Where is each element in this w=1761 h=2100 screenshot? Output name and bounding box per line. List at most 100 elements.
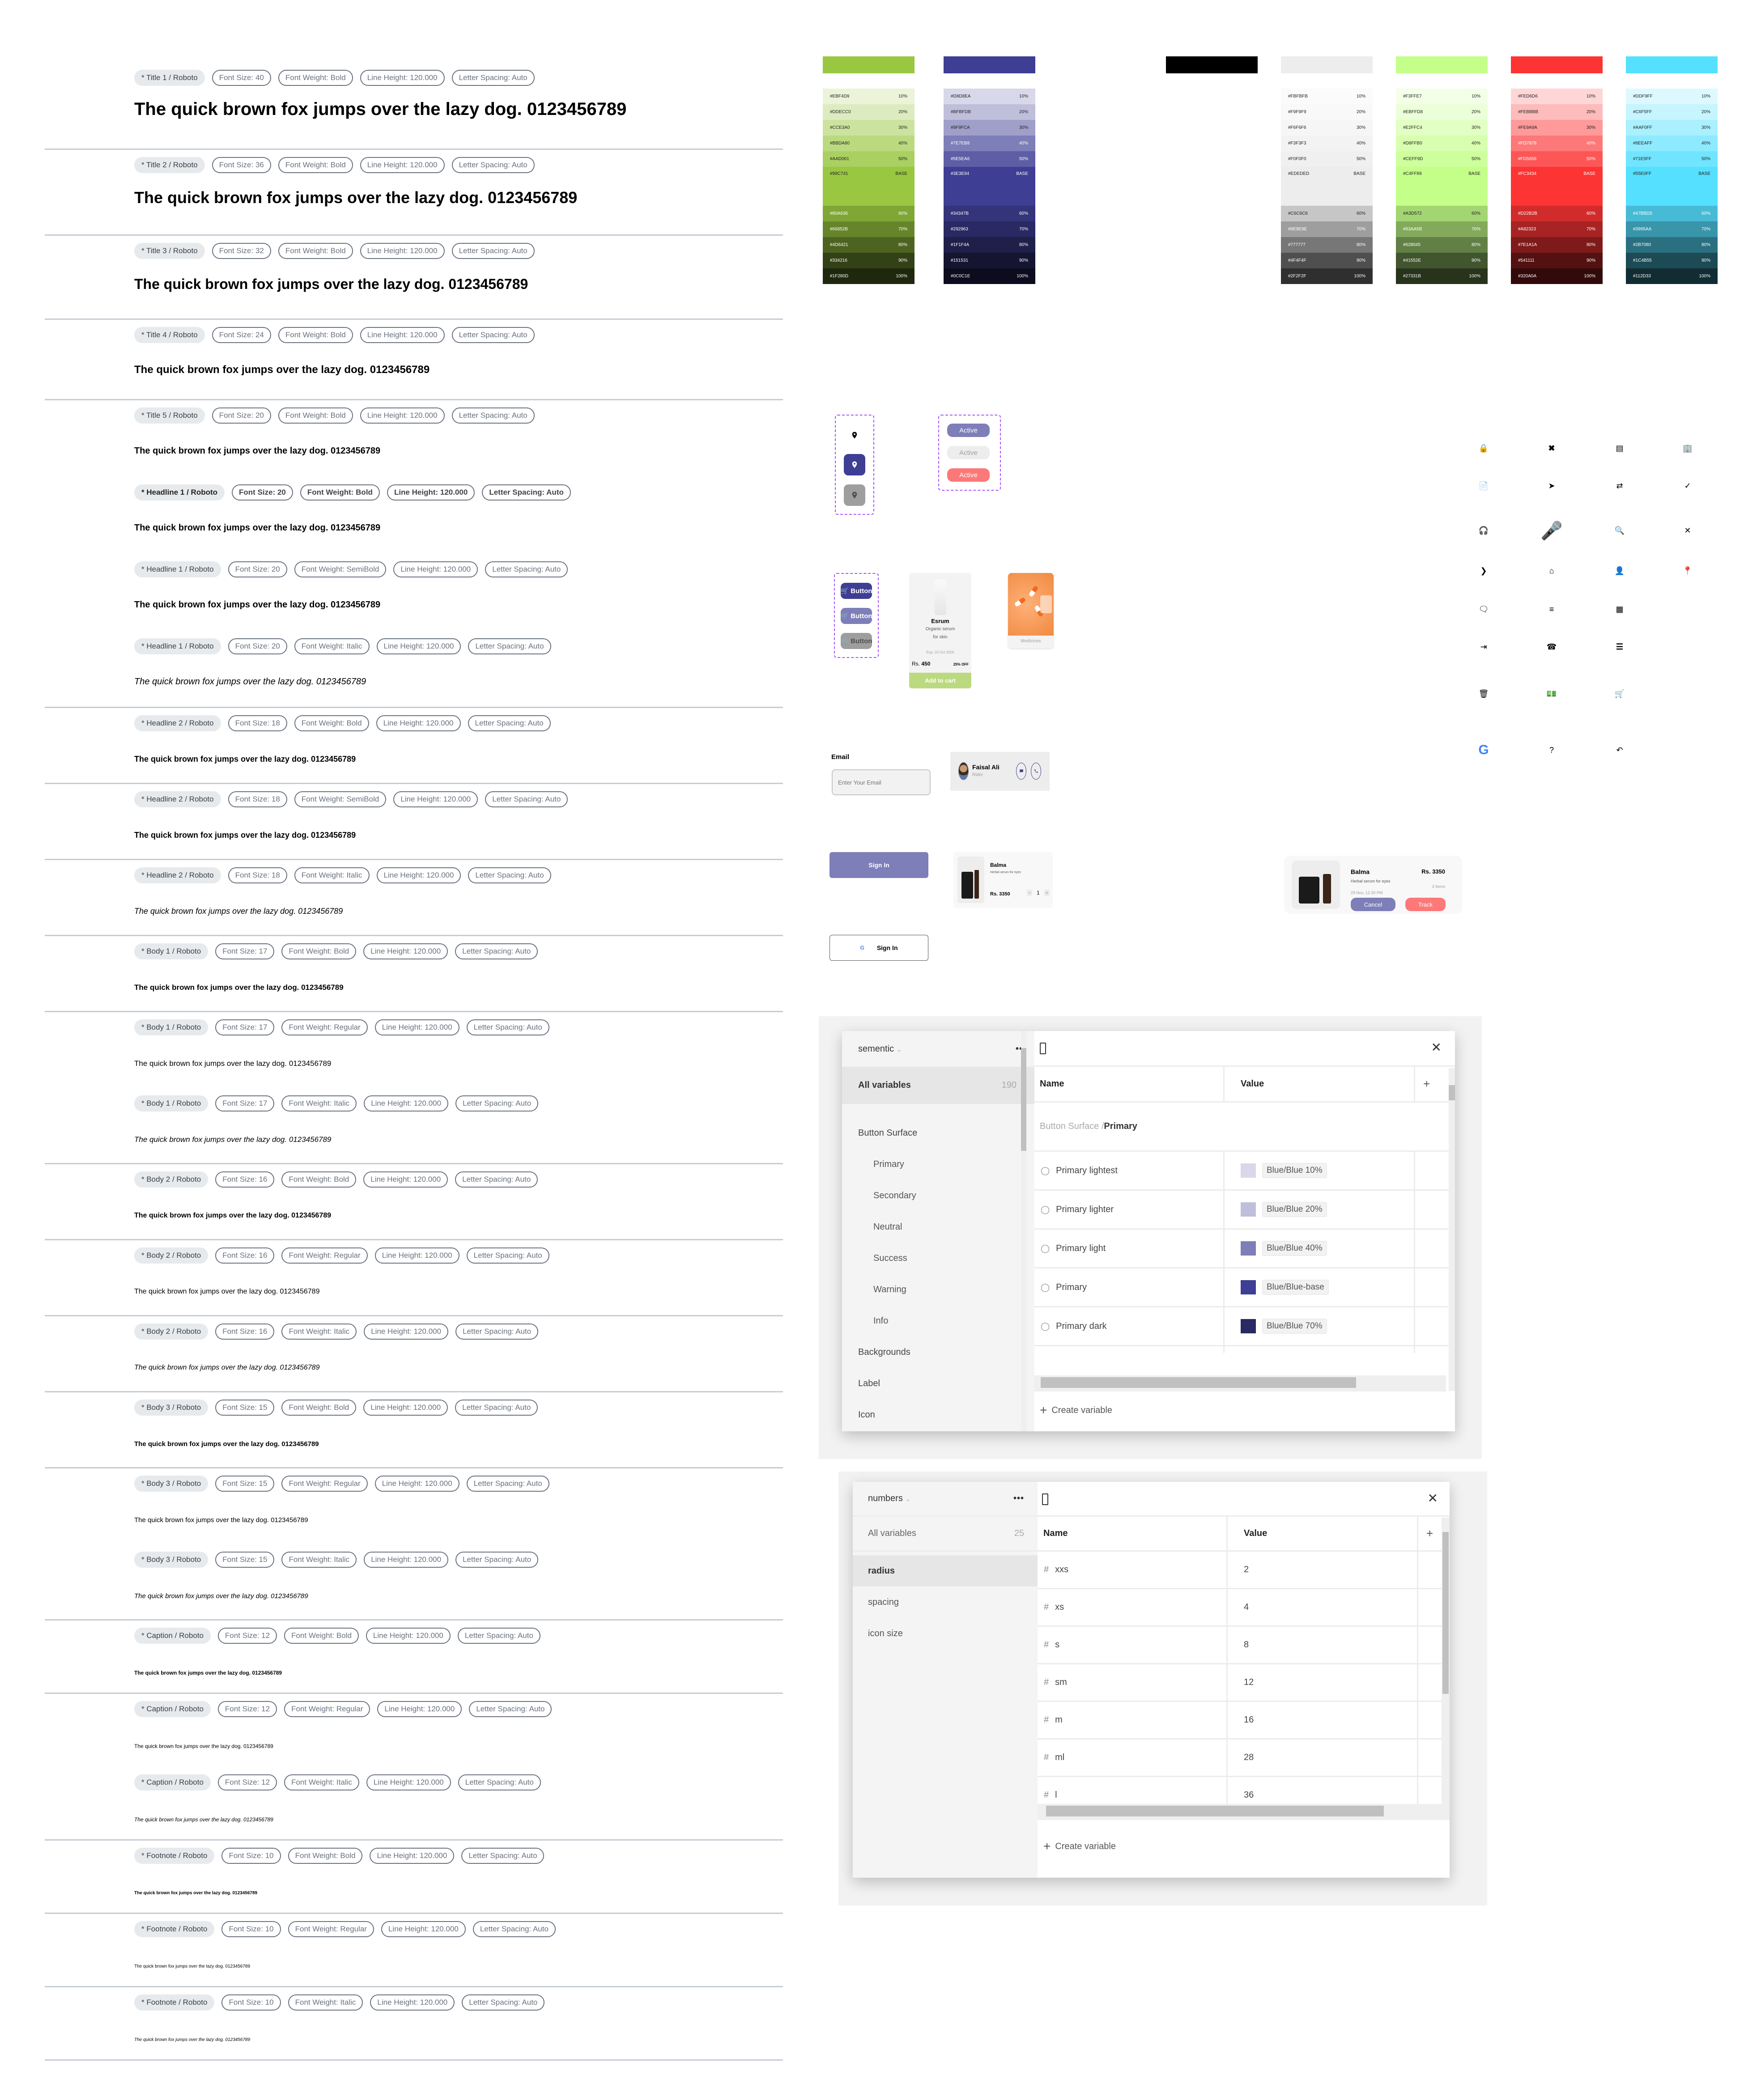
table-row[interactable]: ◯ Primary lighter Blue/Blue 20% (1034, 1191, 1455, 1230)
table-row[interactable]: ◯ Primary lightest Blue/Blue 10% (1034, 1152, 1455, 1191)
help-icon[interactable]: ? (1543, 741, 1561, 759)
variable-value-cell[interactable]: 12 (1228, 1664, 1418, 1701)
send-icon[interactable]: ➤ (1543, 477, 1561, 495)
google-sign-in-button[interactable]: G Sign In (829, 935, 928, 961)
alias-pill[interactable]: Blue/Blue-base (1262, 1280, 1329, 1295)
variable-name-cell[interactable]: ◯ Primary lighter (1034, 1191, 1225, 1228)
cart-button-disabled[interactable]: 🛒 Button (841, 633, 872, 649)
collection-dropdown[interactable]: sementic ⌄ (858, 1044, 902, 1054)
palette-step[interactable]: #5E5EA6 50% (944, 151, 1035, 167)
palette-step[interactable]: #F0F0F0 50% (1281, 151, 1373, 167)
palette-step[interactable]: #7E7EB8 40% (944, 136, 1035, 151)
palette-step[interactable]: #CEFF9D 50% (1396, 151, 1488, 167)
group-item[interactable]: Warning (842, 1274, 1034, 1305)
mic-icon[interactable]: 🎤 (1540, 521, 1563, 541)
logout-icon[interactable]: ⇥ (1475, 638, 1493, 656)
palette-step[interactable]: #41552E 90% (1396, 253, 1488, 268)
lock-icon[interactable]: 🔒 (1475, 439, 1493, 457)
search-icon[interactable]: 🔍 (1611, 522, 1629, 539)
table-row[interactable]: ◯ Primary dark Blue/Blue 70% (1034, 1307, 1455, 1346)
palette-step[interactable]: #7E1A1A 80% (1511, 237, 1603, 253)
group-item[interactable]: Icon (842, 1399, 1034, 1430)
palette-step[interactable]: #112D33 100% (1626, 268, 1718, 284)
more-options-icon[interactable]: ••• (1013, 1493, 1024, 1504)
palette-step[interactable]: #CCE3A0 30% (823, 120, 915, 136)
person-icon[interactable]: 👤 (1611, 562, 1629, 580)
palette-step[interactable]: #F3F3F3 40% (1281, 136, 1373, 151)
create-variable-button[interactable]: + Create variable (1040, 1397, 1112, 1424)
variable-value-cell[interactable]: Blue/Blue-base (1225, 1268, 1415, 1306)
chip-active-danger[interactable]: Active (947, 468, 990, 482)
variable-name-cell[interactable]: # s (1038, 1627, 1228, 1663)
close-panel-button[interactable]: ✕ (1428, 1491, 1438, 1506)
palette-step[interactable]: #EBF4D9 10% (823, 89, 915, 104)
variable-name-cell[interactable]: # xs (1038, 1589, 1228, 1625)
chip-active-primary[interactable]: Active (947, 424, 990, 437)
decrement-button[interactable]: − (1027, 890, 1032, 896)
palette-step[interactable]: #AAD061 50% (823, 151, 915, 167)
palette-step[interactable]: #FEBBBB 20% (1511, 104, 1603, 120)
palette-step[interactable]: #EDEDED BASE (1281, 167, 1373, 206)
variable-value-cell[interactable]: Blue/Blue 20% (1225, 1191, 1415, 1228)
all-variables-item[interactable]: All variables 190 (842, 1067, 1034, 1104)
palette-step[interactable]: #F9F9F9 20% (1281, 104, 1373, 120)
variable-name-cell[interactable]: # ml (1038, 1739, 1228, 1776)
swap-icon[interactable]: ⇄ (1611, 477, 1629, 495)
cash-location-icon[interactable]: 💵 (1543, 685, 1561, 703)
palette-step[interactable]: #D8FFB0 40% (1396, 136, 1488, 151)
palette-step[interactable]: #541111 90% (1511, 253, 1603, 268)
group-item[interactable]: radius (853, 1555, 1038, 1587)
palette-base-swatch[interactable] (1051, 56, 1143, 73)
group-item[interactable]: Backgrounds (842, 1336, 1034, 1368)
check-icon[interactable]: ✓ (1679, 477, 1697, 495)
toggle-sidebar-icon[interactable] (1040, 1043, 1046, 1054)
building-icon[interactable]: 🏢 (1679, 439, 1697, 457)
variable-value-cell[interactable]: Blue/Blue 90% (1225, 1346, 1415, 1353)
palette-base-swatch[interactable] (1511, 56, 1603, 73)
palette-step[interactable]: #1F1F4A 80% (944, 237, 1035, 253)
variable-value-cell[interactable]: 8 (1228, 1627, 1418, 1663)
table-scrollbar[interactable] (1442, 1518, 1450, 1820)
palette-step[interactable]: #628045 80% (1396, 237, 1488, 253)
palette-step[interactable]: #E2FFC4 30% (1396, 120, 1488, 136)
home-icon[interactable]: ⌂ (1543, 562, 1561, 580)
palette-step[interactable]: #66852B 70% (823, 221, 915, 237)
close-bold-icon[interactable]: ✖ (1543, 439, 1561, 457)
category-card-medicines[interactable]: Medicines (1008, 573, 1054, 648)
grid-icon[interactable]: ▦ (1611, 600, 1629, 618)
horizontal-scroll-thumb[interactable] (1046, 1806, 1384, 1816)
table-row[interactable]: # sm 12 (1038, 1664, 1450, 1702)
close-panel-button[interactable]: ✕ (1431, 1040, 1442, 1055)
alias-pill[interactable]: Blue/Blue 70% (1262, 1319, 1327, 1334)
palette-step[interactable]: #FC3434 BASE (1511, 167, 1603, 206)
sign-in-button[interactable]: Sign In (829, 852, 928, 878)
location-button-primary[interactable] (844, 454, 865, 475)
add-column-button[interactable]: + (1418, 1527, 1433, 1540)
toggle-sidebar-icon[interactable] (1042, 1493, 1048, 1505)
group-item[interactable]: Success (842, 1243, 1034, 1274)
all-variables-item[interactable]: All variables 25 (853, 1517, 1038, 1552)
variable-name-cell[interactable]: # l (1038, 1777, 1228, 1804)
column-header-name[interactable]: Name (1038, 1517, 1228, 1550)
palette-step[interactable]: #47BBD5 60% (1626, 206, 1718, 221)
variable-name-cell[interactable]: # xxs (1038, 1552, 1228, 1588)
group-item[interactable]: Neutral (842, 1211, 1034, 1243)
table-row[interactable]: ◯ Primary light Blue/Blue 40% (1034, 1230, 1455, 1268)
table-row[interactable]: ◯Primary darkerBlue/Blue 90% (1034, 1346, 1455, 1353)
add-column-button[interactable]: + (1415, 1077, 1430, 1091)
column-header-value[interactable]: Value (1225, 1067, 1415, 1101)
location-button-disabled[interactable] (844, 484, 865, 506)
group-item[interactable]: Info (842, 1305, 1034, 1336)
sidebar-scrollbar[interactable] (1021, 1031, 1026, 1431)
chip-active-disabled[interactable]: Active (947, 446, 990, 459)
palette-step[interactable]: #2B7080 80% (1626, 237, 1718, 253)
table-row[interactable]: # ml 28 (1038, 1739, 1450, 1777)
email-field[interactable] (832, 769, 931, 795)
palette-step[interactable]: #27331B 100% (1396, 268, 1488, 284)
palette-base-swatch[interactable] (1281, 56, 1373, 73)
table-row[interactable]: ◯ Primary Blue/Blue-base (1034, 1268, 1455, 1307)
variable-value-cell[interactable]: Blue/Blue 70% (1225, 1307, 1415, 1345)
group-item[interactable]: icon size (853, 1618, 1038, 1649)
group-item[interactable]: Button Surface (842, 1117, 1034, 1149)
column-header-name[interactable]: Name (1034, 1067, 1225, 1101)
